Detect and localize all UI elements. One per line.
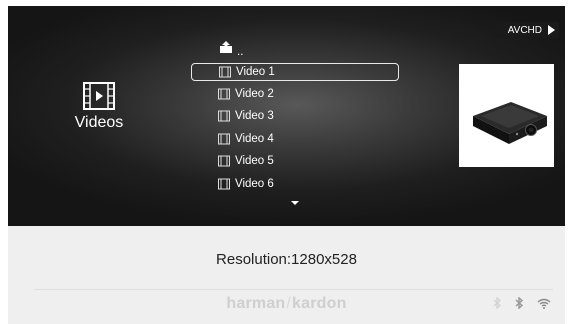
- list-item[interactable]: Video 2: [191, 83, 399, 106]
- video-file-icon: [219, 66, 231, 77]
- mode-tag[interactable]: AVCHD: [483, 22, 559, 38]
- up-folder-icon: [220, 41, 232, 53]
- wifi-icon: [537, 298, 551, 309]
- play-arrow-icon: [548, 25, 555, 35]
- list-item-label: Video 6: [235, 177, 274, 190]
- brand-left: harman: [226, 295, 286, 312]
- mode-label: AVCHD: [507, 24, 542, 36]
- list-item-label: Video 2: [235, 87, 274, 100]
- category-label: Videos: [74, 114, 124, 131]
- scroll-down-indicator-icon[interactable]: [291, 201, 299, 205]
- resolution-text: Resolution:1280x528: [216, 251, 357, 268]
- list-item[interactable]: Video 4: [191, 128, 399, 151]
- brand-separator: /: [286, 295, 292, 312]
- divider: [34, 289, 553, 290]
- video-file-icon: [218, 133, 230, 145]
- parent-folder-item[interactable]: ..: [191, 38, 399, 61]
- list-item-label: Video 5: [235, 155, 274, 168]
- list-item[interactable]: Video 6: [191, 173, 399, 196]
- preview-thumbnail: [459, 64, 554, 167]
- film-icon: [83, 82, 115, 110]
- media-browser-screen: AVCHD Videos .. Video 1 Video 2 Video 3 …: [8, 6, 565, 226]
- video-file-icon: [218, 110, 230, 122]
- list-item-label: Video 4: [235, 132, 274, 145]
- video-file-icon: [218, 88, 230, 100]
- bluetooth-icon: [493, 297, 501, 309]
- list-item-label: Video 1: [236, 65, 275, 78]
- parent-folder-label: ..: [237, 46, 244, 59]
- list-item[interactable]: Video 5: [191, 150, 399, 173]
- info-panel: Resolution:1280x528 harman/kardon: [8, 226, 565, 324]
- status-icons: [493, 297, 551, 309]
- file-list: .. Video 1 Video 2 Video 3 Video 4 Video…: [191, 38, 399, 195]
- list-item[interactable]: Video 3: [191, 105, 399, 128]
- brand-right: kardon: [292, 295, 347, 312]
- brand-logo: harman/kardon: [8, 295, 565, 313]
- video-file-icon: [218, 155, 230, 167]
- bluetooth-icon: [515, 297, 523, 309]
- category-videos[interactable]: Videos: [64, 82, 134, 132]
- list-item-label: Video 3: [235, 110, 274, 123]
- video-file-icon: [218, 178, 230, 190]
- projector-icon: [473, 102, 547, 144]
- list-item[interactable]: Video 1: [191, 62, 399, 81]
